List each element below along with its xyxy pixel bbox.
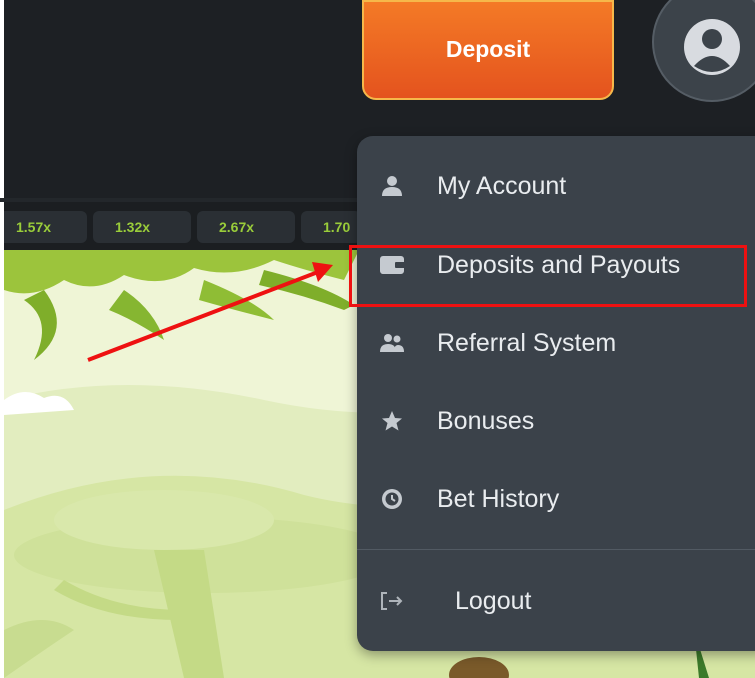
user-icon <box>377 171 407 201</box>
menu-item-label: Referral System <box>437 328 617 357</box>
menu-item-logout[interactable]: Logout <box>357 571 755 631</box>
account-dropdown-menu: My Account Deposits and Payouts Referral… <box>357 136 755 651</box>
menu-item-label: Logout <box>455 586 532 615</box>
menu-divider <box>357 549 755 550</box>
logout-icon <box>377 586 407 616</box>
user-circle-icon <box>684 19 740 75</box>
deposit-button[interactable]: Deposit <box>362 0 614 100</box>
users-icon <box>377 328 407 358</box>
star-icon <box>377 406 407 436</box>
history-icon <box>377 484 407 514</box>
highlight-box <box>349 245 747 307</box>
menu-item-referral-system[interactable]: Referral System <box>357 313 755 373</box>
menu-item-label: Bonuses <box>437 406 535 435</box>
menu-item-bet-history[interactable]: Bet History <box>357 469 755 529</box>
menu-item-bonuses[interactable]: Bonuses <box>357 391 755 451</box>
menu-item-my-account[interactable]: My Account <box>357 156 755 216</box>
user-avatar-button[interactable] <box>652 0 755 102</box>
menu-item-label: Bet History <box>437 484 560 513</box>
menu-item-label: My Account <box>437 171 567 200</box>
